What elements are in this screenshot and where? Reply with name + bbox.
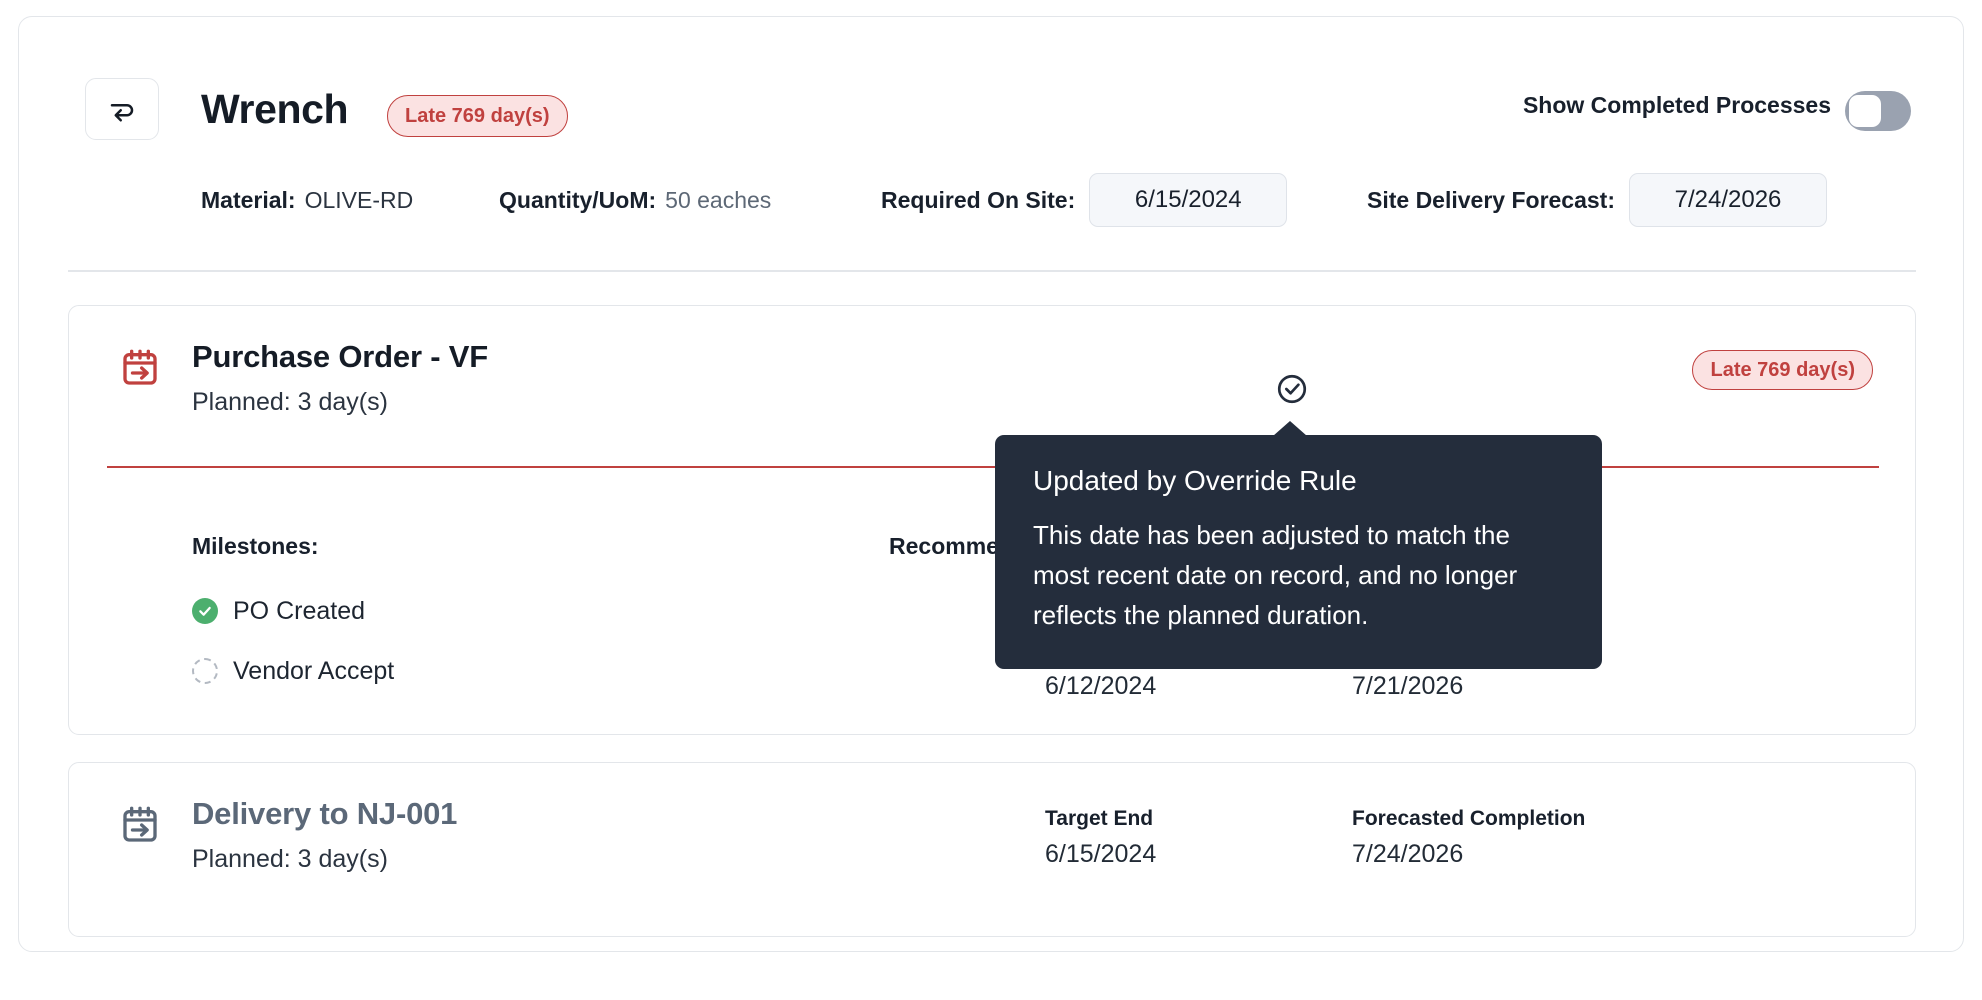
milestone-vendor-accept[interactable]: Vendor Accept: [192, 654, 394, 688]
milestone-label: Vendor Accept: [233, 657, 394, 686]
required-on-site-input[interactable]: 6/15/2024: [1089, 173, 1287, 227]
tooltip-title: Updated by Override Rule: [1033, 465, 1564, 497]
process-title: Delivery to NJ-001: [192, 796, 457, 832]
header-divider: [68, 270, 1916, 272]
quantity-value: 50 eaches: [665, 187, 771, 214]
forecasted-completion-value: 7/24/2026: [1352, 840, 1585, 869]
milestone-po-created[interactable]: PO Created: [192, 594, 365, 628]
meta-required-on-site: Required On Site: 6/15/2024: [881, 172, 1287, 228]
override-rule-tooltip: Updated by Override Rule This date has b…: [995, 435, 1602, 669]
target-end-value: 6/12/2024: [1045, 672, 1156, 701]
show-completed-toggle[interactable]: [1845, 91, 1911, 131]
process-progress-rule: [107, 466, 1879, 468]
process-title: Purchase Order - VF: [192, 339, 488, 375]
forecasted-completion-value: 7/21/2026: [1352, 672, 1585, 701]
process-planned-duration: Planned: 3 day(s): [192, 388, 388, 417]
required-on-site-label: Required On Site:: [881, 187, 1075, 214]
calendar-arrow-right-icon: [120, 348, 160, 393]
meta-site-delivery-forecast: Site Delivery Forecast: 7/24/2026: [1367, 172, 1827, 228]
material-label: Material:: [201, 187, 296, 214]
show-completed-label: Show Completed Processes: [1523, 92, 1831, 119]
check-circle-icon[interactable]: [1275, 372, 1309, 406]
material-value: OLIVE-RD: [305, 187, 414, 214]
process-card-purchase-order[interactable]: Purchase Order - VF Planned: 3 day(s) Ta…: [68, 305, 1916, 735]
forecasted-completion-column: Forecasted Completion 7/24/2026: [1352, 807, 1585, 869]
milestones-label: Milestones:: [192, 533, 319, 560]
return-arrow-icon: [107, 94, 137, 124]
process-late-badge: Late 769 day(s): [1692, 350, 1873, 390]
process-planned-duration: Planned: 3 day(s): [192, 845, 388, 874]
header-late-badge: Late 769 day(s): [387, 95, 568, 137]
dashed-circle-icon: [192, 658, 218, 684]
material-meta-row: Material: OLIVE-RD Quantity/UoM: 50 each…: [19, 172, 1963, 242]
meta-material: Material: OLIVE-RD: [201, 172, 413, 228]
back-button[interactable]: [85, 78, 159, 140]
tooltip-arrow: [1273, 421, 1307, 436]
target-end-column: Target End 6/15/2024: [1045, 807, 1156, 869]
meta-quantity: Quantity/UoM: 50 eaches: [499, 172, 771, 228]
page-title: Wrench: [201, 83, 348, 135]
calendar-arrow-right-icon: [120, 805, 160, 850]
forecasted-completion-label: Forecasted Completion: [1352, 807, 1585, 831]
site-delivery-forecast-label: Site Delivery Forecast:: [1367, 187, 1615, 214]
process-card-delivery[interactable]: Delivery to NJ-001 Planned: 3 day(s) Tar…: [68, 762, 1916, 937]
quantity-label: Quantity/UoM:: [499, 187, 656, 214]
milestone-label: PO Created: [233, 597, 365, 626]
check-circle-filled-icon: [192, 598, 218, 624]
material-detail-panel: Wrench Late 769 day(s) Show Completed Pr…: [18, 16, 1964, 952]
panel-header: Wrench Late 769 day(s) Show Completed Pr…: [19, 17, 1963, 125]
toggle-knob: [1849, 95, 1881, 127]
site-delivery-forecast-input[interactable]: 7/24/2026: [1629, 173, 1827, 227]
target-end-label: Target End: [1045, 807, 1156, 831]
target-end-value: 6/15/2024: [1045, 840, 1156, 869]
tooltip-body: This date has been adjusted to match the…: [1033, 515, 1564, 635]
